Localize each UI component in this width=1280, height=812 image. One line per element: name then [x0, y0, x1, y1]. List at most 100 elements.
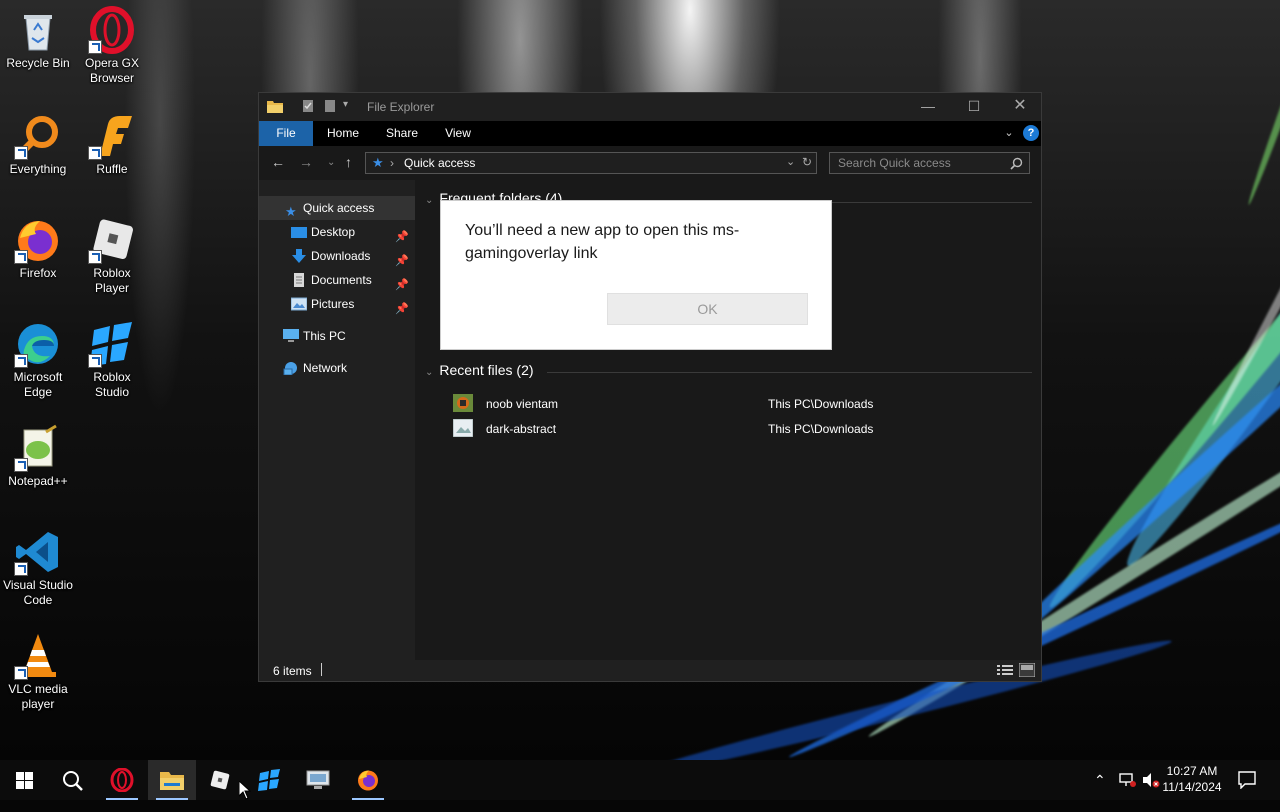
taskbar-roblox-player[interactable] — [196, 760, 244, 800]
customize-toolbar-icon[interactable]: ▾ — [343, 99, 357, 113]
dialog-message: You’ll need a new app to open this ms-ga… — [465, 222, 740, 262]
status-bar: 6 items — [259, 660, 1041, 681]
nav-item-this-pc[interactable]: This PC — [259, 324, 415, 348]
details-view-icon[interactable] — [997, 664, 1013, 677]
taskbar-roblox-studio[interactable] — [246, 760, 294, 800]
desktop-icon-roblox-player[interactable]: Roblox Player — [74, 216, 150, 296]
large-icons-view-icon[interactable] — [1019, 663, 1035, 677]
desktop-icon-roblox-studio[interactable]: Roblox Studio — [74, 320, 150, 400]
desktop-icon-label: Recycle Bin — [6, 56, 70, 70]
address-dropdown-icon[interactable]: ⌄ — [786, 155, 795, 168]
desktop-icon-label: Microsoft Edge — [13, 370, 63, 399]
clock[interactable]: 10:27 AM 11/14/2024 — [1160, 763, 1224, 795]
desktop-icon-recycle-bin[interactable]: Recycle Bin — [0, 6, 76, 71]
nav-item-downloads[interactable]: Downloads 📌 — [259, 244, 415, 268]
minimize-button[interactable]: — — [905, 93, 951, 121]
nav-item-label: Pictures — [311, 297, 355, 311]
new-folder-icon[interactable] — [323, 99, 337, 113]
desktop-folder-icon — [291, 227, 307, 238]
app-needed-dialog: You’ll need a new app to open this ms-ga… — [440, 200, 832, 350]
desktop-icon-notepad-plus-plus[interactable]: Notepad++ — [0, 424, 76, 489]
nav-item-label: Documents — [311, 273, 372, 287]
desktop-icon-label: Roblox Player — [93, 266, 131, 295]
title-bar[interactable]: ▾ File Explorer — ☐ ✕ — [259, 93, 1041, 121]
notepad-plus-plus-icon — [14, 424, 62, 472]
back-arrow-icon[interactable]: ← — [271, 154, 285, 170]
computer-icon — [283, 329, 299, 342]
desktop-icon-firefox[interactable]: Firefox — [0, 216, 76, 281]
shortcut-arrow-icon — [88, 146, 102, 160]
nav-item-desktop[interactable]: Desktop 📌 — [259, 220, 415, 244]
tab-view[interactable]: View — [437, 121, 479, 146]
file-explorer-icon — [160, 772, 184, 790]
shortcut-arrow-icon — [14, 458, 28, 472]
address-separator: › — [390, 156, 394, 170]
nav-item-quick-access[interactable]: ★ Quick access — [259, 196, 415, 220]
expand-ribbon-icon[interactable]: ⌄ — [999, 121, 1019, 146]
volume-muted-icon[interactable] — [1142, 772, 1160, 788]
file-name: noob vientam — [486, 397, 559, 411]
address-row: ← → ⌄ ↑ ★ › Quick access ⌄ ↻ Search Quic… — [259, 146, 1041, 180]
taskbar-firefox[interactable] — [344, 760, 392, 800]
recent-files-header[interactable]: ⌄ Recent files (2) — [425, 362, 534, 378]
pin-icon[interactable]: 📌 — [395, 297, 409, 321]
shortcut-arrow-icon — [88, 354, 102, 368]
tab-home[interactable]: Home — [321, 121, 365, 146]
tab-file[interactable]: File — [259, 121, 313, 146]
roblox-studio-icon — [88, 320, 136, 368]
ruffle-icon — [88, 112, 136, 160]
address-bar[interactable]: ★ › Quick access ⌄ ↻ — [365, 152, 817, 174]
desktop-icon-label: Notepad++ — [8, 474, 68, 488]
search-icon — [63, 771, 83, 791]
address-path[interactable]: Quick access — [404, 156, 475, 170]
section-title: Recent files (2) — [439, 362, 534, 378]
desktop-icon-ruffle[interactable]: Ruffle — [74, 112, 150, 177]
taskbar-search-button[interactable] — [48, 760, 96, 800]
everything-search-icon — [14, 112, 62, 160]
nav-item-documents[interactable]: Documents 📌 — [259, 268, 415, 292]
help-icon[interactable]: ? — [1023, 125, 1039, 141]
properties-icon[interactable] — [301, 99, 315, 113]
desktop-icon-vscode[interactable]: Visual Studio Code — [0, 528, 76, 608]
recent-locations-icon[interactable]: ⌄ — [327, 157, 335, 168]
ok-button[interactable]: OK — [607, 293, 808, 325]
vscode-icon — [14, 528, 62, 576]
clock-time: 10:27 AM — [1166, 764, 1218, 778]
folder-icon — [267, 99, 283, 113]
desktop-icon-label: Visual Studio Code — [3, 578, 73, 607]
desktop-icon-vlc[interactable]: VLC media player — [0, 632, 76, 712]
maximize-button[interactable]: ☐ — [951, 93, 997, 121]
shortcut-arrow-icon — [14, 146, 28, 160]
ribbon-tabs: File Home Share View ⌄ ? — [259, 121, 1041, 146]
taskbar-opera-gx[interactable] — [98, 760, 146, 800]
shortcut-arrow-icon — [14, 666, 28, 680]
taskbar-app[interactable] — [294, 760, 342, 800]
file-name: dark-abstract — [486, 422, 557, 436]
forward-arrow-icon[interactable]: → — [299, 154, 313, 170]
refresh-icon[interactable]: ↻ — [802, 155, 812, 169]
opera-gx-icon — [110, 768, 134, 792]
desktop-icon-label: Ruffle — [96, 162, 128, 176]
search-input[interactable]: Search Quick access — [829, 152, 1030, 174]
desktop-icon-everything[interactable]: Everything — [0, 112, 76, 177]
start-button[interactable] — [0, 760, 48, 800]
shortcut-arrow-icon — [88, 250, 102, 264]
search-placeholder: Search Quick access — [838, 156, 951, 170]
shortcut-arrow-icon — [14, 354, 28, 368]
desktop-icon-microsoft-edge[interactable]: Microsoft Edge — [0, 320, 76, 400]
roblox-player-icon — [88, 216, 136, 264]
search-icon — [1010, 157, 1023, 170]
show-hidden-icons[interactable]: ⌃ — [1094, 772, 1106, 812]
close-button[interactable]: ✕ — [997, 93, 1043, 121]
desktop-icon-opera-gx[interactable]: Opera GX Browser — [74, 6, 150, 86]
network-icon — [283, 362, 297, 375]
vlc-icon — [14, 632, 62, 680]
tab-share[interactable]: Share — [379, 121, 425, 146]
taskbar-file-explorer[interactable] — [148, 760, 196, 800]
up-arrow-icon[interactable]: ↑ — [345, 154, 352, 170]
nav-item-pictures[interactable]: Pictures 📌 — [259, 292, 415, 316]
nav-item-network[interactable]: Network — [259, 356, 415, 380]
network-icon[interactable] — [1118, 772, 1136, 788]
notifications-icon[interactable] — [1238, 771, 1256, 789]
nav-item-label: Downloads — [311, 249, 371, 263]
